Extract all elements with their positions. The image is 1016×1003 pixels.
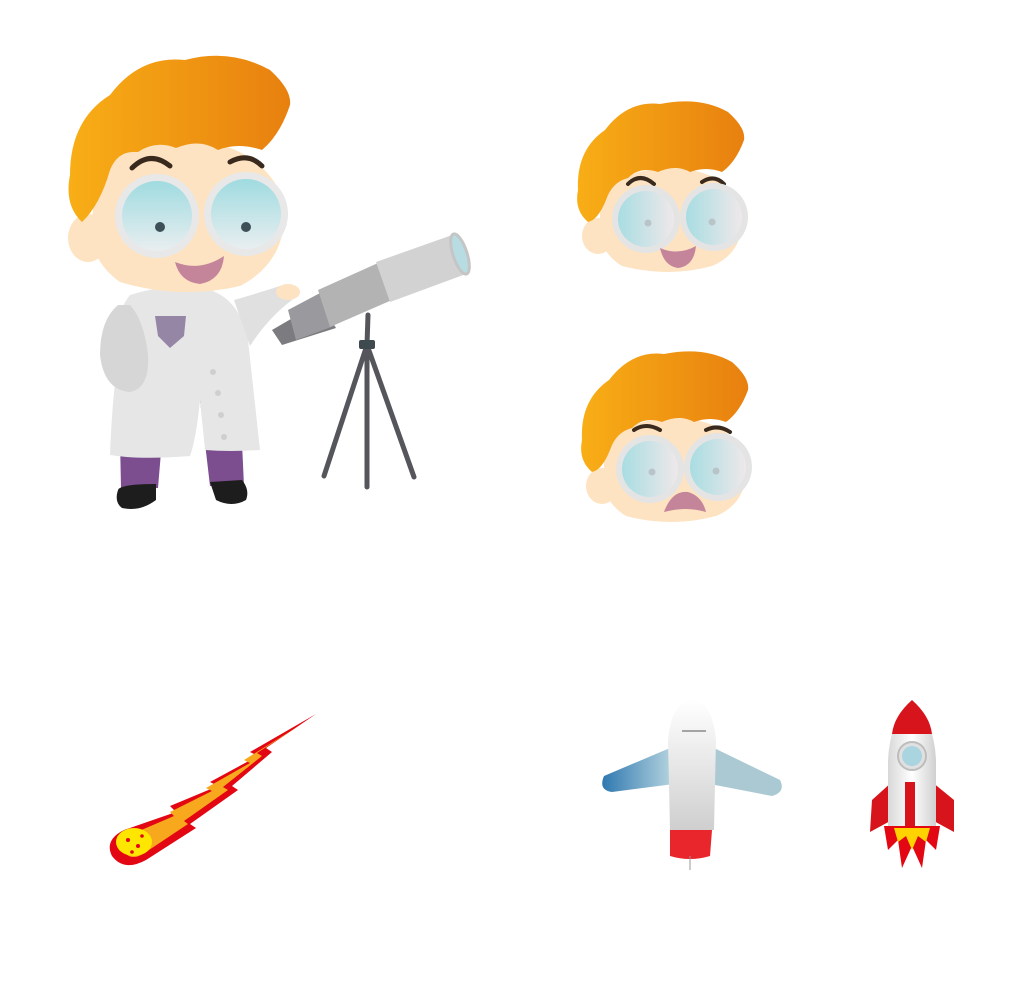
happy-face [577,101,748,272]
sad-face [581,351,752,522]
lab-coat [100,284,300,458]
kid-head [68,55,291,293]
airplane [602,700,782,870]
left-shoe [116,484,156,509]
tripod-mount [359,340,375,349]
scientist-kid-with-telescope [68,55,471,509]
sticker-sheet [68,55,954,870]
telescope [272,232,471,345]
right-shoe [210,480,248,504]
rocket [870,700,954,868]
meteor [109,714,316,866]
